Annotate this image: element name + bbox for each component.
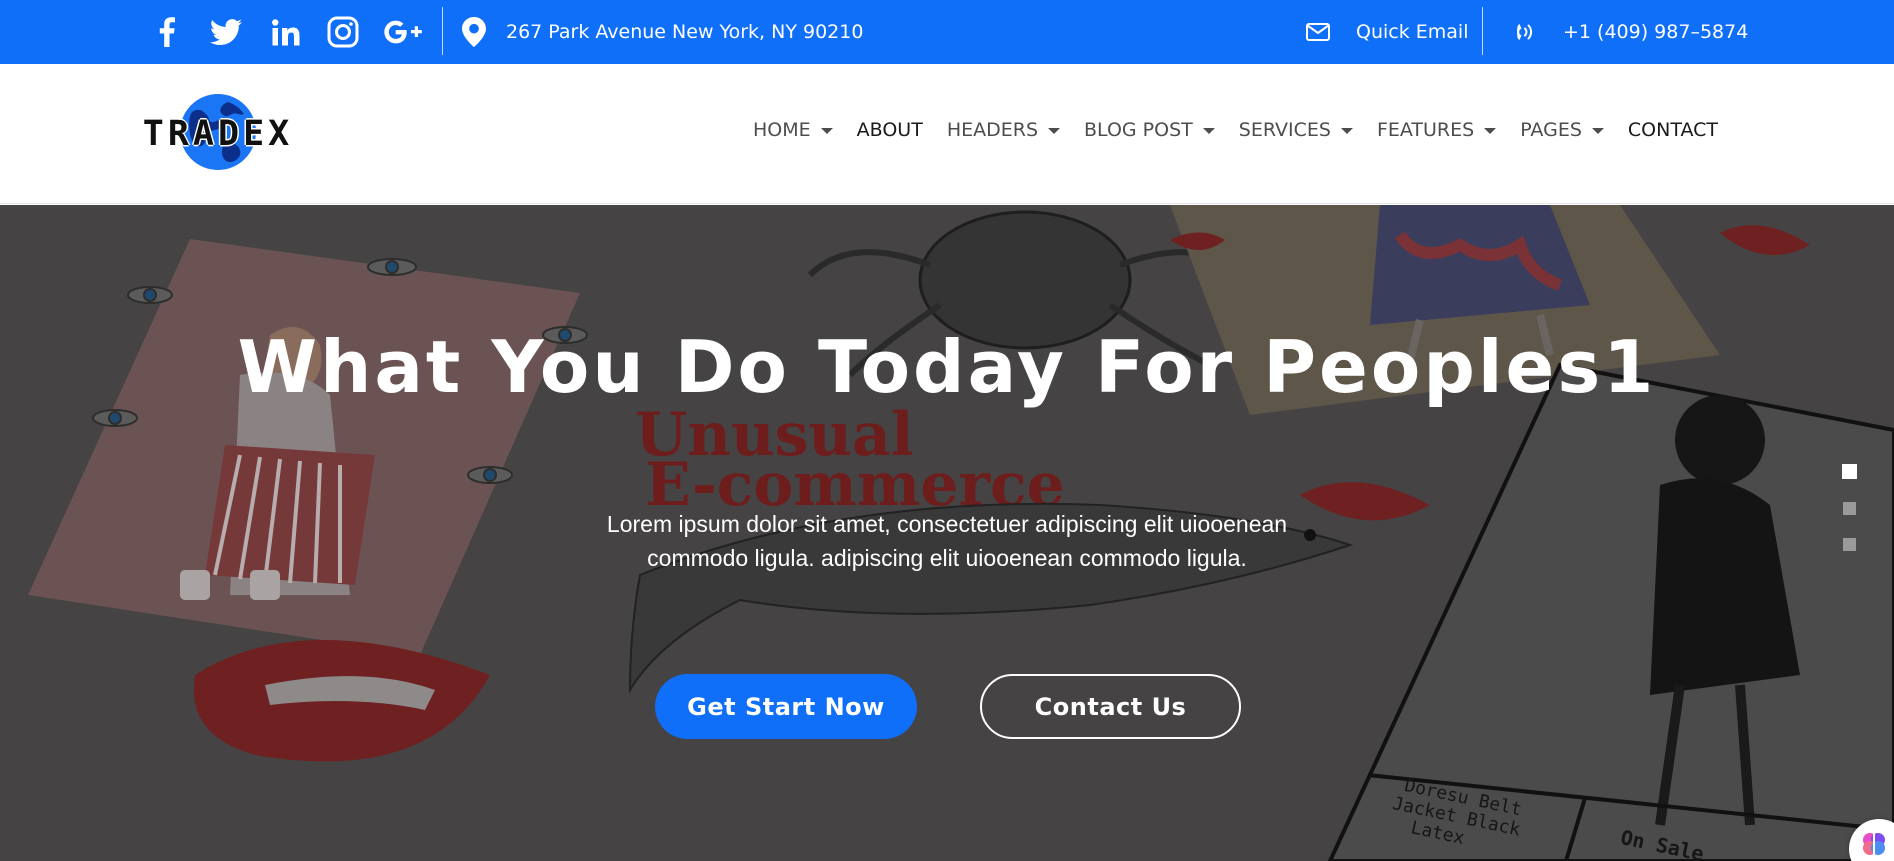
nav-item-blog-post[interactable]: BLOG POST [1084,119,1215,141]
hero-slider: Unusual E-commerce Doresu Belt Jacket Bl… [0,205,1894,861]
caret-down-icon [1591,128,1604,134]
quick-email-link[interactable]: Quick Email [1306,0,1468,64]
top-bar: 267 Park Avenue New York, NY 90210 Quick… [0,0,1894,64]
address-text: 267 Park Avenue New York, NY 90210 [506,21,864,43]
get-start-now-button[interactable]: Get Start Now [655,674,917,739]
nav-item-label: HOME [753,119,811,141]
slide-dot-2[interactable] [1843,502,1856,515]
caret-down-icon [820,128,833,134]
linkedin-icon[interactable] [269,0,303,64]
contact-us-button[interactable]: Contact Us [980,674,1241,739]
caret-down-icon [1340,128,1353,134]
nav-item-label: FEATURES [1376,119,1475,141]
nav-item-services[interactable]: SERVICES [1239,119,1353,141]
nav-item-features[interactable]: FEATURES [1376,119,1497,141]
slider-pagination [1842,464,1857,574]
nav-item-label: HEADERS [946,119,1039,141]
map-pin-icon [462,17,486,47]
tradex-logo[interactable]: TRADEX [140,92,296,176]
brain-icon [1863,833,1885,855]
nav-item-label: PAGES [1520,119,1582,141]
divider [1482,7,1483,55]
main-nav: HOME ABOUT HEADERS BLOG POST SERVICES FE… [729,64,1718,196]
caret-down-icon [1202,128,1215,134]
logo-text: TRADEX [142,114,294,154]
quick-email-label: Quick Email [1356,21,1469,43]
nav-item-about[interactable]: ABOUT [857,119,923,141]
slide-dot-1[interactable] [1842,464,1857,479]
twitter-icon[interactable] [209,0,243,64]
caret-down-icon [1048,128,1061,134]
instagram-icon[interactable] [325,0,361,64]
nav-item-label: CONTACT [1627,119,1718,141]
nav-item-contact[interactable]: CONTACT [1628,119,1718,141]
phone-link[interactable]: +1 (409) 987–5874 [1511,0,1748,64]
nav-item-label: ABOUT [856,119,923,141]
nav-item-home[interactable]: HOME [753,119,833,141]
divider [442,7,443,55]
phone-number: +1 (409) 987–5874 [1563,21,1749,43]
slide-dot-3[interactable] [1843,538,1856,551]
nav-item-pages[interactable]: PAGES [1520,119,1604,141]
address: 267 Park Avenue New York, NY 90210 [462,0,863,64]
nav-item-label: SERVICES [1238,119,1331,141]
social-links [152,0,424,64]
google-plus-icon[interactable] [382,0,424,64]
hero-title: What You Do Today For Peoples1 [237,325,1657,409]
facebook-icon[interactable] [152,0,182,64]
caret-down-icon [1484,128,1497,134]
nav-item-label: BLOG POST [1084,119,1193,141]
phone-volume-icon [1517,24,1533,40]
hero-subtitle: Lorem ipsum dolor sit amet, consectetuer… [606,511,1288,571]
nav-item-headers[interactable]: HEADERS [946,119,1061,141]
envelope-icon [1306,23,1330,41]
site-header: TRADEX HOME ABOUT HEADERS BLOG POST SERV… [0,64,1894,204]
